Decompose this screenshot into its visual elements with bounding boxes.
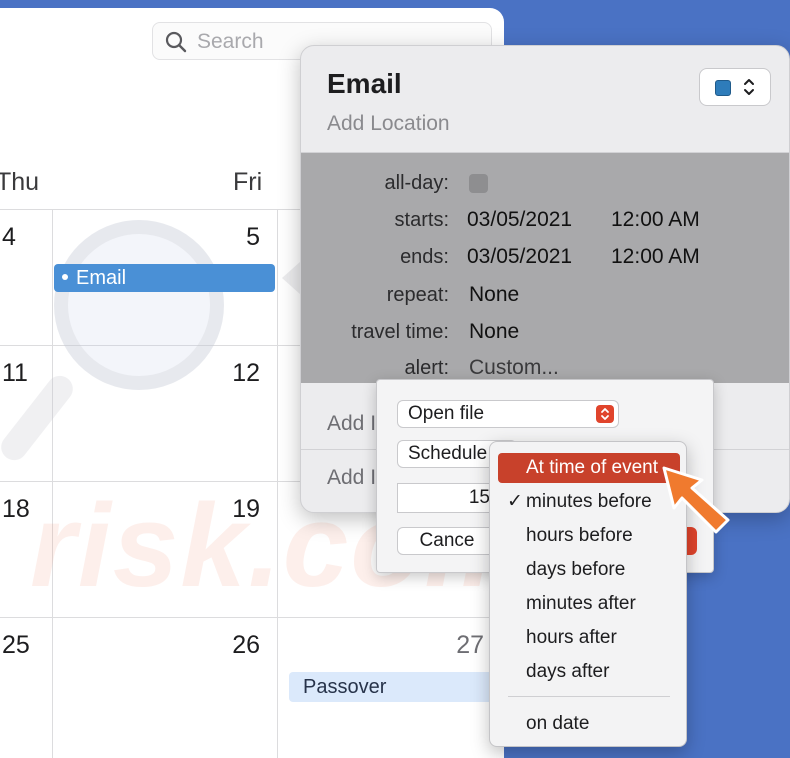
checkmark-icon: ✓ — [507, 491, 523, 512]
menu-item-label: minutes before — [526, 491, 652, 512]
travel-value[interactable]: None — [469, 320, 519, 344]
alert-timing-label: Schedule — [408, 443, 488, 464]
event-dot — [62, 274, 68, 281]
menu-item-label: on date — [526, 713, 590, 734]
day-header-fri: Fri — [233, 168, 263, 196]
alert-label: alert: — [404, 357, 449, 379]
event-details-panel: all-day: starts: 03/05/2021 12:00 AM end… — [301, 153, 789, 383]
menu-item-label: hours after — [526, 627, 617, 648]
day-header-thu: Thu — [0, 168, 40, 196]
menu-item-minutes-before[interactable]: ✓ minutes before — [498, 487, 680, 517]
date-cell-thu[interactable]: 11 — [2, 359, 28, 388]
allday-checkbox[interactable] — [469, 174, 488, 193]
color-swatch — [715, 80, 731, 96]
popover-pointer — [282, 262, 300, 294]
alert-action-label: Open file — [408, 403, 485, 424]
date-cell-sat[interactable]: 27 — [420, 631, 484, 660]
date-cell-fri[interactable]: 5 — [200, 223, 260, 252]
event-chip-email[interactable]: Email — [54, 264, 275, 292]
event-chip-passover[interactable]: Passover — [289, 672, 504, 702]
menu-item-label: minutes after — [526, 593, 636, 614]
calendar-color-picker[interactable] — [699, 68, 771, 106]
menu-item-label: days before — [526, 559, 626, 580]
date-cell-thu[interactable]: 25 — [2, 631, 30, 660]
starts-label: starts: — [394, 209, 449, 231]
menu-item-days-after[interactable]: days after — [498, 657, 680, 687]
search-icon — [165, 31, 187, 53]
location-field[interactable]: Add Location — [327, 112, 450, 136]
cancel-button[interactable]: Cance — [397, 527, 497, 555]
travel-label: travel time: — [351, 321, 449, 343]
event-chip-label: Passover — [303, 676, 387, 698]
menu-item-label: At time of event — [526, 457, 659, 478]
menu-item-days-before[interactable]: days before — [498, 555, 680, 585]
add-invitees[interactable]: Add I — [327, 412, 376, 436]
repeat-label: repeat: — [386, 284, 449, 306]
menu-item-minutes-after[interactable]: minutes after — [498, 589, 680, 619]
menu-item-hours-after[interactable]: hours after — [498, 623, 680, 653]
ends-date[interactable]: 03/05/2021 — [467, 245, 572, 269]
menu-item-at-time-of-event[interactable]: At time of event — [498, 453, 680, 483]
alert-value[interactable]: Custom... — [469, 356, 559, 380]
ends-time[interactable]: 12:00 AM — [611, 245, 700, 269]
menu-separator — [508, 696, 670, 697]
alert-amount-field[interactable]: 15 — [397, 483, 497, 513]
search-placeholder: Search — [197, 30, 264, 53]
starts-time[interactable]: 12:00 AM — [611, 208, 700, 232]
pointer-arrow-icon — [662, 466, 730, 534]
menu-item-label: days after — [526, 661, 610, 682]
repeat-value[interactable]: None — [469, 283, 519, 307]
add-notes[interactable]: Add I — [327, 466, 376, 490]
date-cell-thu[interactable]: 18 — [2, 495, 30, 524]
date-cell-fri[interactable]: 26 — [200, 631, 260, 660]
date-cell-fri[interactable]: 12 — [200, 359, 260, 388]
ends-label: ends: — [400, 246, 449, 268]
menu-item-label: hours before — [526, 525, 633, 546]
date-cell-fri[interactable]: 19 — [200, 495, 260, 524]
chevron-updown-icon — [596, 405, 614, 423]
event-title[interactable]: Email — [327, 68, 402, 100]
watermark-lens — [54, 220, 224, 390]
date-cell-thu[interactable]: 4 — [2, 223, 16, 252]
grid-line — [0, 617, 504, 618]
alert-action-select[interactable]: Open file — [397, 400, 619, 428]
menu-item-on-date[interactable]: on date — [498, 709, 680, 739]
allday-label: all-day: — [384, 172, 449, 194]
starts-date[interactable]: 03/05/2021 — [467, 208, 572, 232]
menu-item-hours-before[interactable]: hours before — [498, 521, 680, 551]
chevron-updown-icon — [744, 79, 754, 95]
event-chip-label: Email — [76, 267, 127, 289]
